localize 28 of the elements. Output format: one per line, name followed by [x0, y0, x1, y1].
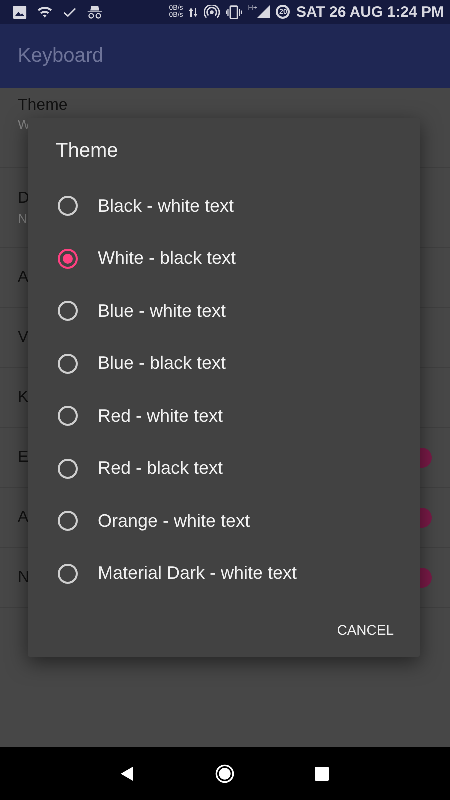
radio-button[interactable]: [58, 301, 78, 322]
incognito-icon: [87, 4, 103, 20]
hotspot-icon: [204, 4, 220, 20]
radio-button[interactable]: [58, 406, 78, 426]
radio-button[interactable]: [58, 196, 78, 216]
clock: SAT 26 AUG 1:24 PM: [296, 4, 444, 20]
cancel-button[interactable]: CANCEL: [335, 614, 396, 646]
radio-button[interactable]: [58, 354, 78, 374]
theme-option[interactable]: Red - white text: [28, 390, 420, 442]
theme-option[interactable]: Orange - white text: [28, 495, 420, 548]
radio-button[interactable]: [58, 248, 78, 269]
app-title: Keyboard: [18, 44, 104, 68]
radio-button[interactable]: [58, 511, 78, 532]
theme-option[interactable]: Blue - white text: [28, 285, 420, 338]
home-icon[interactable]: [214, 764, 235, 784]
setting-summary: N: [18, 210, 28, 226]
theme-option[interactable]: White - black text: [28, 232, 420, 285]
dialog-title: Theme: [55, 139, 120, 164]
theme-option[interactable]: Material Dark - white text: [28, 548, 420, 600]
vibrate-icon: [226, 4, 242, 20]
radio-button[interactable]: [58, 458, 78, 479]
theme-option[interactable]: Black - white text: [28, 180, 420, 232]
image-icon: [12, 4, 28, 20]
wifi-icon: [37, 4, 53, 20]
theme-option[interactable]: Red - black text: [28, 442, 420, 495]
radio-button[interactable]: [58, 564, 78, 584]
theme-option[interactable]: Blue - black text: [28, 338, 420, 390]
signal-icon: [257, 5, 270, 19]
